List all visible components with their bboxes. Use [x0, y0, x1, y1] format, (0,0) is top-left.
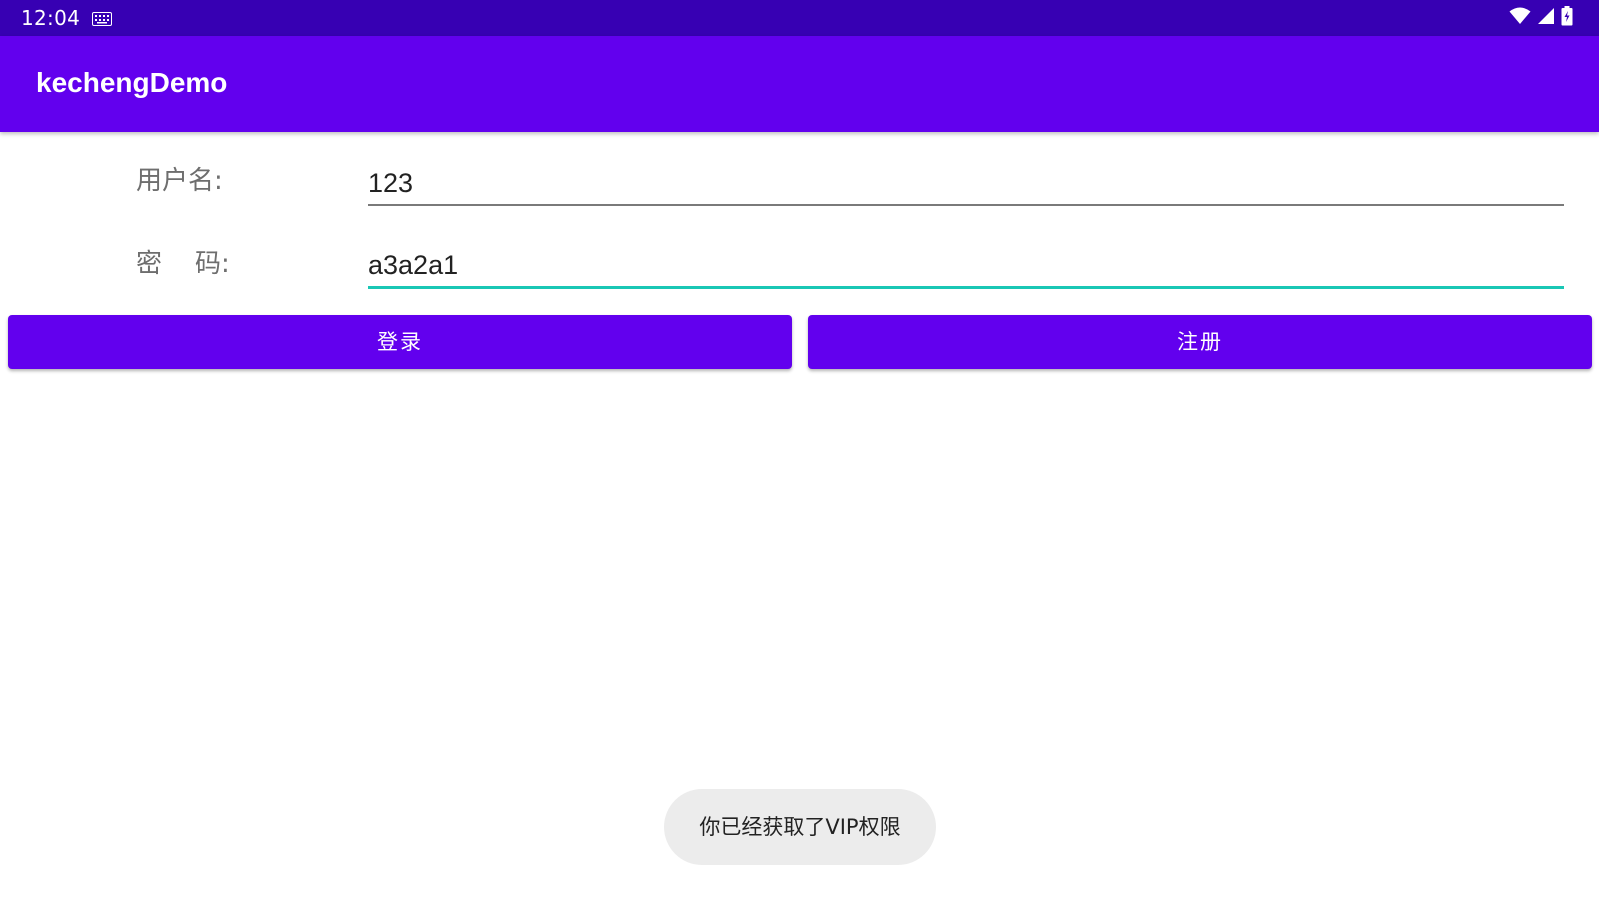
app-bar: kechengDemo	[0, 36, 1599, 132]
battery-charging-icon	[1561, 6, 1573, 30]
username-input[interactable]	[368, 162, 1564, 204]
toast-message: 你已经获取了VIP权限	[664, 789, 936, 865]
login-button[interactable]: 登录	[8, 315, 792, 369]
register-button[interactable]: 注册	[808, 315, 1592, 369]
password-field[interactable]	[368, 244, 1564, 289]
status-time: 12:04	[21, 6, 81, 30]
status-bar: 12:04	[0, 0, 1599, 36]
cell-signal-icon	[1537, 7, 1555, 29]
password-input[interactable]	[368, 244, 1564, 286]
username-field[interactable]	[368, 162, 1564, 206]
keyboard-icon	[92, 11, 112, 26]
wifi-icon	[1509, 7, 1531, 29]
username-label: 用户名:	[136, 166, 223, 196]
login-screen: 12:04 kechengDemo 用户名: 123 密 码: a3a2a1 登…	[0, 0, 1599, 900]
status-icons	[1509, 6, 1573, 30]
password-label: 密 码:	[136, 249, 230, 279]
app-title: kechengDemo	[36, 67, 228, 98]
